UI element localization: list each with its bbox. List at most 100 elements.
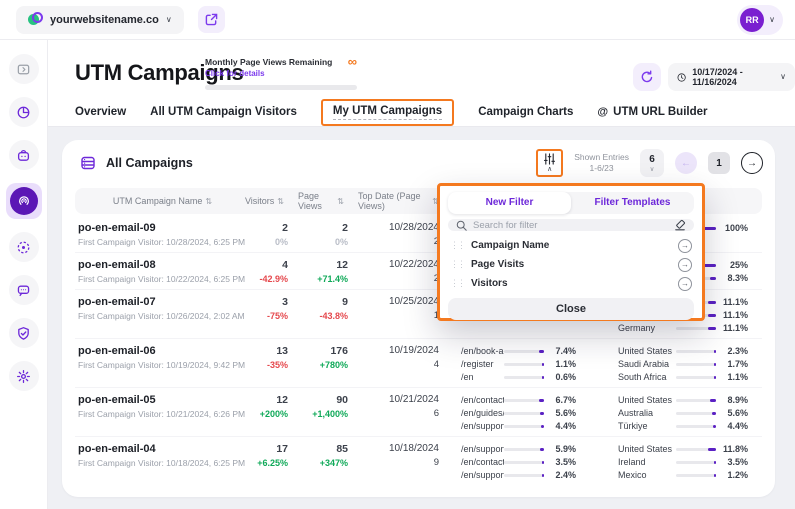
drag-handle-icon[interactable]: ⋮⋮ xyxy=(450,259,464,270)
page-label: /en/support... xyxy=(461,421,504,431)
filter-item-visitors[interactable]: ⋮⋮Visitors→ xyxy=(448,274,694,293)
pageviews-change: 0% xyxy=(298,237,348,247)
close-button[interactable]: Close xyxy=(448,298,694,320)
filter-highlight-box: ∧ xyxy=(536,149,563,177)
pages-list: /en/support...5.9%/en/contact...3.5%/en/… xyxy=(453,443,618,480)
page-pct: 1.1% xyxy=(544,359,576,369)
section-title: All Campaigns xyxy=(106,156,193,170)
column-header-visitors[interactable]: Visitors⇅ xyxy=(250,196,298,206)
page-item: /en/support...4.4% xyxy=(461,421,576,431)
page-bar xyxy=(504,425,544,428)
country-label: Türkiye xyxy=(618,421,676,431)
sidebar-item-settings[interactable] xyxy=(9,361,39,391)
filter-search xyxy=(448,219,694,231)
page-header: UTM Campaigns Monthly Page Views Remaini… xyxy=(48,40,795,127)
tab-filter-templates[interactable]: Filter Templates xyxy=(571,192,694,214)
pageviews-change: +1,400% xyxy=(298,409,348,419)
drag-handle-icon[interactable]: ⋮⋮ xyxy=(450,278,464,289)
date-range-picker[interactable]: 10/17/2024 - 11/16/2024 ∨ xyxy=(668,63,795,91)
country-label: United States xyxy=(618,346,676,356)
arrow-right-circle-icon[interactable]: → xyxy=(678,258,692,272)
page-item: /en/support...5.9% xyxy=(461,444,576,454)
table-row[interactable]: po-en-email-06 First Campaign Visitor: 1… xyxy=(75,338,762,387)
filter-item-campaign-name[interactable]: ⋮⋮Campaign Name→ xyxy=(448,236,694,255)
sidebar-item-messages[interactable] xyxy=(9,275,39,305)
tab-label: Overview xyxy=(75,106,126,118)
visitors-value: 2 xyxy=(250,222,288,234)
eraser-icon[interactable] xyxy=(674,219,686,231)
country-item: South Africa1.1% xyxy=(618,372,748,382)
tab-label: Campaign Charts xyxy=(478,106,573,118)
country-bar xyxy=(676,461,716,464)
tab-new-filter[interactable]: New Filter xyxy=(448,192,571,214)
quota-details-link[interactable]: Click for details xyxy=(205,69,332,78)
pages-list: /en/book-a-...7.4%/register1.1%/en0.6% xyxy=(453,345,618,382)
pageviews-change: +780% xyxy=(298,360,348,370)
tab-label: UTM URL Builder xyxy=(613,106,707,118)
pagination-prev-button[interactable]: ← xyxy=(675,152,697,174)
chevron-down-icon: ∨ xyxy=(166,16,172,24)
open-site-button[interactable] xyxy=(198,6,225,33)
country-label: South Africa xyxy=(618,372,676,382)
pages-list: /en/contact...6.7%/en/guides/...5.6%/en/… xyxy=(453,394,618,431)
sort-icon: ⇅ xyxy=(205,197,212,206)
tab-utm-url-builder[interactable]: @UTM URL Builder xyxy=(597,106,707,118)
arrow-right-circle-icon[interactable]: → xyxy=(678,239,692,253)
filter-button[interactable]: ∧ xyxy=(543,153,556,173)
table-row[interactable]: po-en-email-04 First Campaign Visitor: 1… xyxy=(75,436,762,485)
sidebar-item-utm-campaigns[interactable] xyxy=(6,183,42,219)
filter-search-input[interactable] xyxy=(473,220,668,231)
visitors-value: 13 xyxy=(250,345,288,357)
sidebar-item-privacy[interactable] xyxy=(9,318,39,348)
sliders-icon xyxy=(543,153,556,165)
app-window: yourwebsitename.co ∨ RR ∨ xyxy=(0,0,795,509)
sidebar-item-analytics[interactable] xyxy=(9,97,39,127)
page-label: /en/guides/... xyxy=(461,408,504,418)
pagination-current-page[interactable]: 1 xyxy=(708,152,730,174)
tab-my-utm-campaigns[interactable]: My UTM Campaigns xyxy=(333,105,442,120)
page-bar xyxy=(504,461,544,464)
user-menu[interactable]: RR ∨ xyxy=(737,5,783,35)
country-bar xyxy=(676,448,716,451)
country-bar xyxy=(676,363,716,366)
filter-popup-tabs: New Filter Filter Templates xyxy=(448,192,694,214)
pageviews-change: -43.8% xyxy=(298,311,348,321)
column-header-pageviews[interactable]: Page Views⇅ xyxy=(298,191,358,211)
arrow-right-circle-icon[interactable]: → xyxy=(678,277,692,291)
table-row[interactable]: po-en-email-05 First Campaign Visitor: 1… xyxy=(75,387,762,436)
external-link-icon xyxy=(205,13,218,26)
site-selector[interactable]: yourwebsitename.co ∨ xyxy=(16,6,184,34)
tab-campaign-charts[interactable]: Campaign Charts xyxy=(478,106,573,118)
pagination-next-button[interactable]: → xyxy=(741,152,763,174)
country-item: United States2.3% xyxy=(618,346,748,356)
visitors-value: 12 xyxy=(250,394,288,406)
country-pct: 11.8% xyxy=(716,444,748,454)
page-label: /en/contact... xyxy=(461,457,504,467)
page-label: /register xyxy=(461,359,504,369)
drag-handle-icon[interactable]: ⋮⋮ xyxy=(450,240,464,251)
chevron-up-icon: ∧ xyxy=(547,166,552,173)
page-size-select[interactable]: 6 ∨ xyxy=(640,149,664,177)
column-header-name[interactable]: UTM Campaign Name⇅ xyxy=(75,196,250,206)
sidebar-collapse-icon[interactable] xyxy=(9,54,39,84)
page-label: /en/support... xyxy=(461,470,504,480)
visitors-change: 0% xyxy=(250,237,288,247)
filter-item-page-visits[interactable]: ⋮⋮Page Visits→ xyxy=(448,255,694,274)
page-label: /en/book-a-... xyxy=(461,346,504,356)
tab-overview[interactable]: Overview xyxy=(75,106,126,118)
country-label: United States xyxy=(618,395,676,405)
pageviews-value: 9 xyxy=(298,296,348,308)
visitors-change: +200% xyxy=(250,409,288,419)
page-item: /en/support...2.4% xyxy=(461,470,576,480)
sidebar-item-inbox[interactable] xyxy=(9,140,39,170)
first-visitor-text: First Campaign Visitor: 10/19/2024, 9:42… xyxy=(78,360,250,370)
tab-all-utm-campaign-visitors[interactable]: All UTM Campaign Visitors xyxy=(150,106,297,118)
visitors-change: -42.9% xyxy=(250,274,288,284)
country-bar xyxy=(676,474,716,477)
refresh-button[interactable] xyxy=(633,63,661,91)
first-visitor-text: First Campaign Visitor: 10/22/2024, 6:25… xyxy=(78,274,250,284)
sidebar-item-goals[interactable] xyxy=(9,232,39,262)
page-item: /en/contact...6.7% xyxy=(461,395,576,405)
top-date: 10/22/2024 xyxy=(358,259,439,270)
first-visitor-text: First Campaign Visitor: 10/18/2024, 6:25… xyxy=(78,458,250,468)
